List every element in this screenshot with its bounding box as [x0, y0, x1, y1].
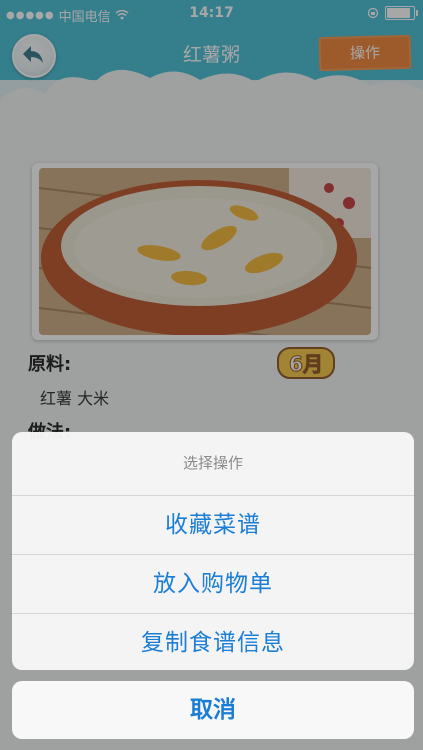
option-favorite-recipe[interactable]: 收藏菜谱 — [12, 496, 414, 555]
action-sheet-title: 选择操作 — [12, 432, 414, 496]
option-add-to-shopping-list[interactable]: 放入购物单 — [12, 555, 414, 614]
cancel-button[interactable]: 取消 — [12, 681, 414, 739]
action-sheet: 选择操作 收藏菜谱 放入购物单 复制食谱信息 — [12, 432, 414, 670]
option-copy-recipe-info[interactable]: 复制食谱信息 — [12, 614, 414, 670]
